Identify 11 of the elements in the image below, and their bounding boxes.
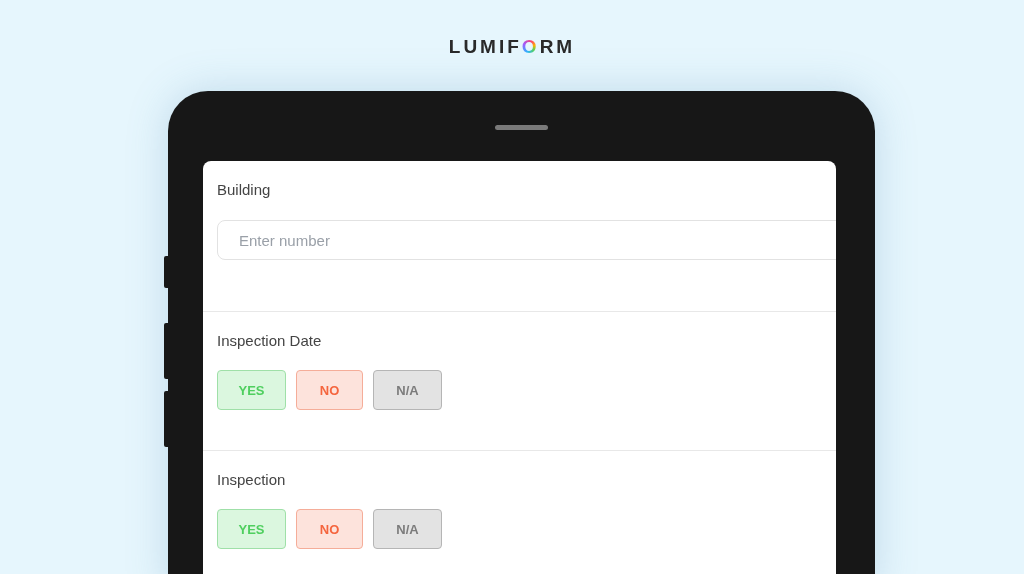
speaker-slot — [495, 125, 548, 130]
answer-button[interactable]: N/A — [373, 370, 442, 410]
answer-button[interactable]: N/A — [373, 509, 442, 549]
number-input-field[interactable]: Enter number — [217, 220, 836, 260]
answer-button[interactable]: NO — [296, 370, 363, 410]
question-label: Building — [217, 181, 272, 198]
answer-button[interactable]: YES — [217, 370, 286, 410]
question-label: Inspection Date — [217, 332, 323, 349]
answer-button[interactable]: YES — [217, 509, 286, 549]
question-label: Inspection — [217, 471, 287, 488]
answer-button[interactable]: NO — [296, 509, 363, 549]
